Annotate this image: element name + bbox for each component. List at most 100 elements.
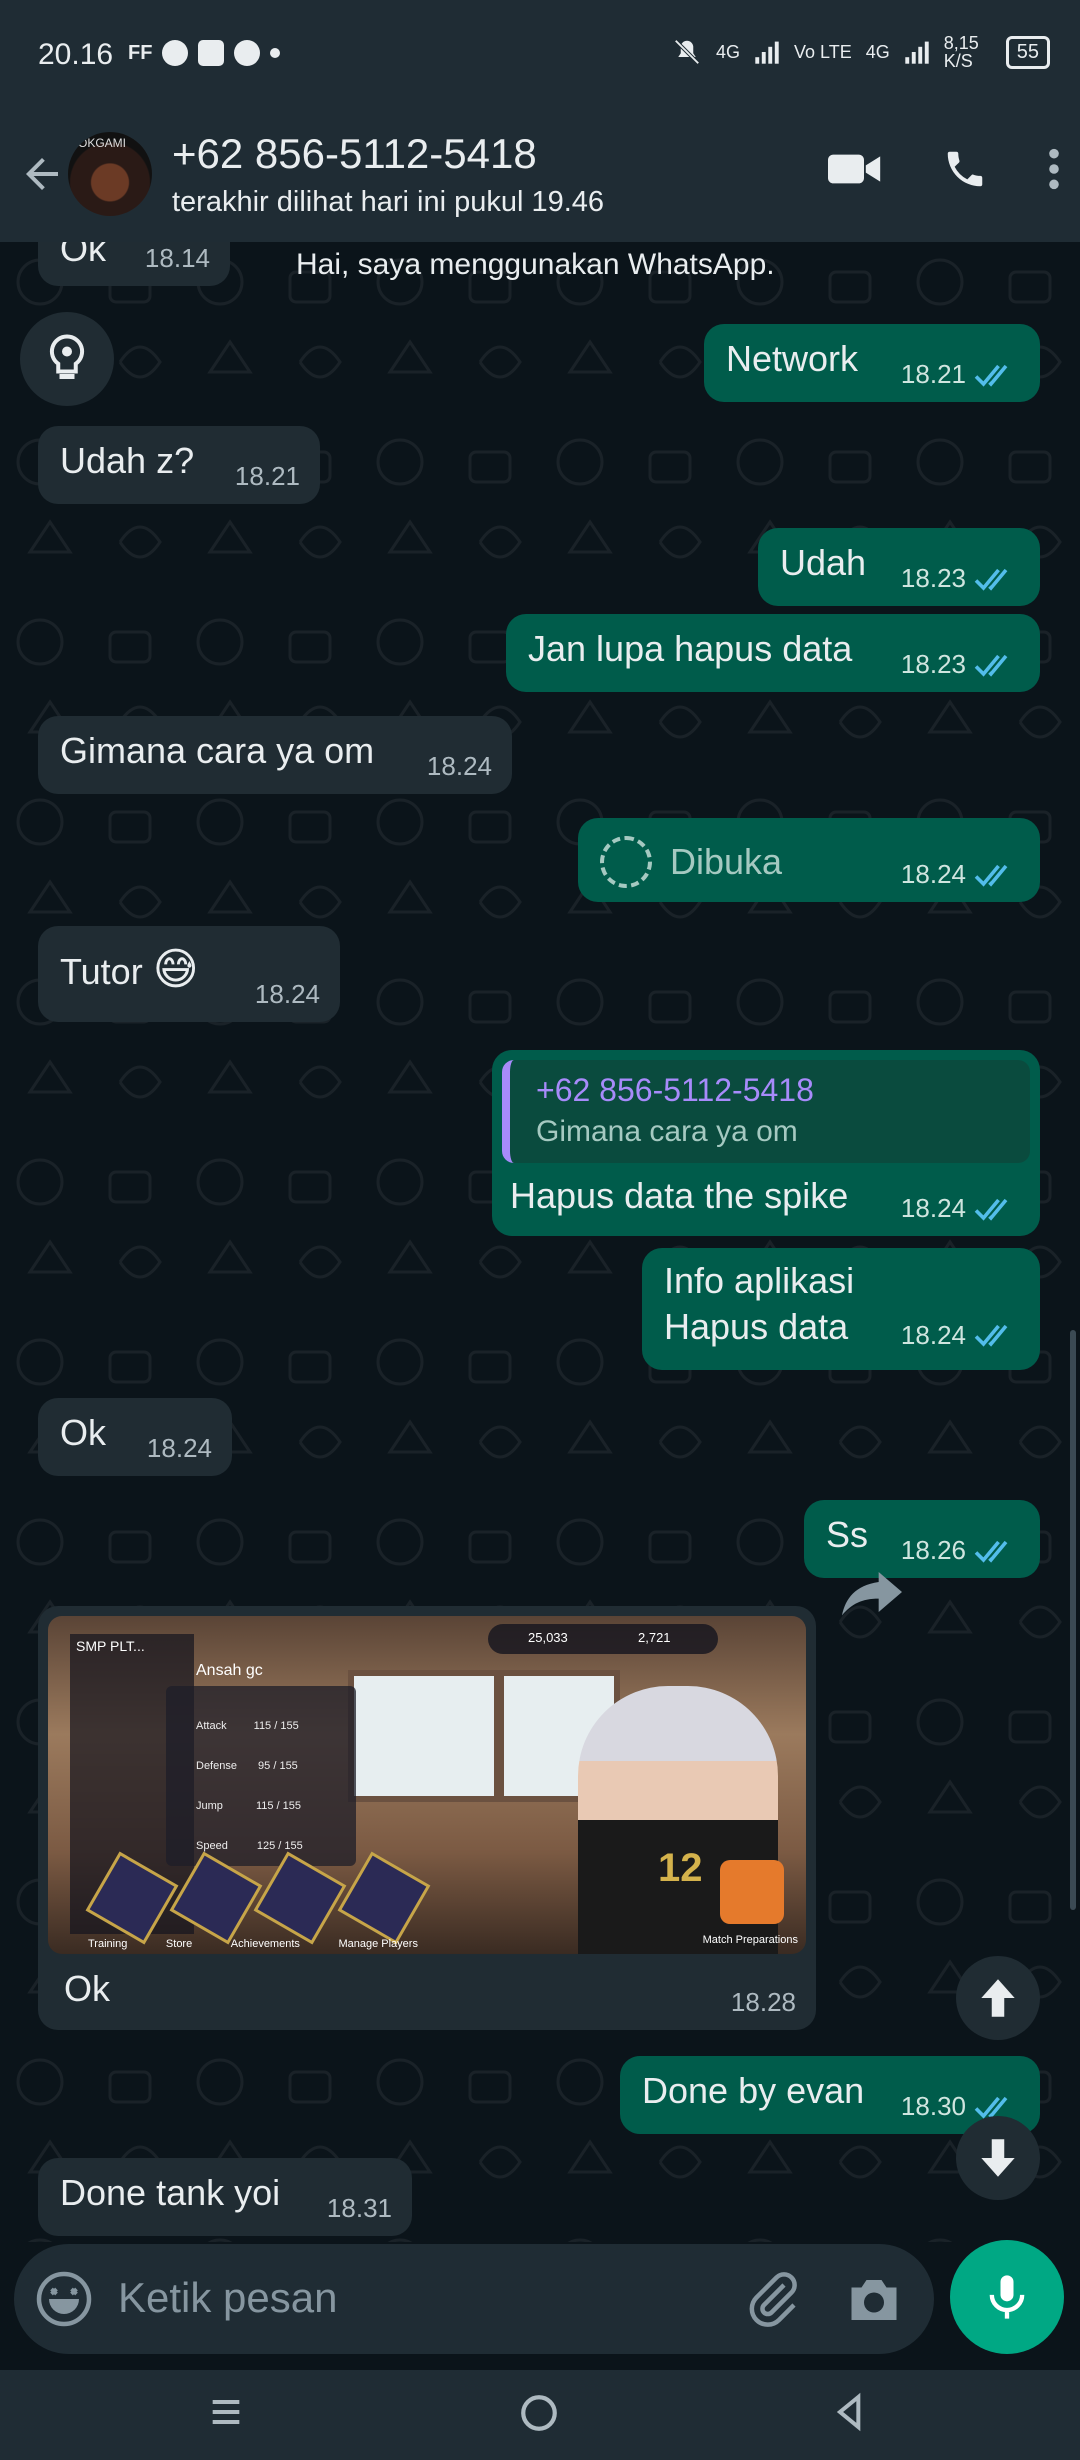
quoted-text: Gimana cara ya om — [536, 1115, 798, 1148]
game-stat-row: Attack 115 / 155 — [196, 1720, 299, 1732]
message-incoming[interactable]: Gimana cara ya om 18.24 — [38, 716, 512, 794]
scroll-down-button[interactable] — [956, 2116, 1040, 2200]
message-outgoing[interactable]: Info aplikasi Hapus data 18.24 — [642, 1248, 1040, 1370]
emoji-icon[interactable] — [34, 2269, 94, 2329]
message-text-line-1: Info aplikasi — [664, 1260, 855, 1301]
message-time: 18.24 — [900, 1193, 966, 1223]
message-text: Dibuka — [670, 841, 783, 882]
sweat-smile-emoji: 😅 — [152, 945, 199, 994]
chat-area[interactable]: Hai, saya menggunakan WhatsApp. Ok 18.14… — [0, 242, 1080, 2242]
game-play-label: Match Preparations — [702, 1934, 798, 1946]
message-meta: 18.24 — [147, 1433, 212, 1464]
message-time: 18.28 — [730, 1987, 796, 2017]
network-label-2: 4G — [865, 41, 890, 62]
message-meta: 18.14 — [145, 243, 210, 274]
message-time: 18.24 — [146, 1433, 212, 1463]
back-arrow-icon[interactable] — [18, 150, 66, 198]
message-outgoing[interactable]: Network 18.21 — [704, 324, 1040, 402]
arrow-up-icon — [981, 1979, 1015, 2017]
message-time: 18.24 — [900, 859, 966, 889]
last-seen: terakhir dilihat hari ini pukul 19.46 — [172, 186, 605, 218]
more-notifications-dot — [270, 48, 281, 58]
read-receipt-icon — [974, 1324, 1008, 1347]
game-screenshot-image[interactable]: SMP PLT... Ansah gc Attack 115 / 155 Def… — [48, 1616, 806, 1954]
scrollbar[interactable] — [1070, 1330, 1076, 1910]
voice-call-icon[interactable] — [942, 146, 988, 192]
mute-icon — [674, 39, 700, 65]
signal-icon-2 — [905, 41, 929, 64]
quoted-sender: +62 856-5112-5418 — [536, 1072, 814, 1108]
read-receipt-icon — [974, 568, 1008, 591]
read-receipt-icon — [974, 2096, 1008, 2119]
voice-message-button[interactable] — [950, 2240, 1064, 2354]
contact-name[interactable]: +62 856-5112-5418 — [172, 130, 537, 178]
game-stat-row: Jump 115 / 155 — [196, 1800, 302, 1812]
message-meta: 18.24 — [901, 1193, 1020, 1224]
read-receipt-icon — [974, 1540, 1008, 1563]
network-label-1: 4G — [716, 41, 741, 62]
status-bar: 20.16 FF 4G Vo LTE 4G 8,15 K/S 55 — [0, 0, 1080, 110]
message-incoming[interactable]: Tutor 😅 18.24 — [38, 926, 340, 1022]
avatar-tag: OKGAMI — [78, 136, 127, 150]
message-incoming[interactable]: Done tank yoi 18.31 — [38, 2158, 412, 2236]
message-outgoing[interactable]: Jan lupa hapus data 18.23 — [506, 614, 1040, 692]
camera-icon[interactable] — [844, 2270, 904, 2330]
message-time: 18.24 — [254, 979, 320, 1009]
game-play-button — [720, 1860, 784, 1924]
message-incoming[interactable]: Ok 18.14 — [38, 242, 230, 286]
message-input[interactable]: Ketik pesan — [118, 2274, 337, 2322]
message-time: 18.23 — [900, 563, 966, 593]
video-call-icon[interactable] — [828, 149, 882, 189]
ff-icon: FF — [128, 41, 153, 64]
message-meta: 18.23 — [901, 563, 1020, 594]
game-stat-row: Defense 95 / 155 — [196, 1760, 298, 1772]
game-currency-bar: 25,033 2,721 — [488, 1624, 718, 1654]
game-gems: 2,721 — [638, 1630, 671, 1645]
message-outgoing[interactable]: Udah 18.23 — [758, 528, 1040, 606]
youtube-icon — [198, 40, 225, 66]
scroll-up-button[interactable] — [956, 1956, 1040, 2040]
back-nav-icon[interactable] — [830, 2392, 870, 2432]
messenger-icon — [162, 40, 189, 66]
system-navigation-bar — [0, 2370, 1080, 2460]
message-time: 18.21 — [234, 461, 300, 491]
avatar[interactable]: OKGAMI — [68, 132, 152, 216]
view-once-icon — [600, 836, 652, 888]
message-view-once[interactable]: Dibuka 18.24 — [578, 818, 1040, 902]
message-outgoing-reply[interactable]: +62 856-5112-5418 Gimana cara ya om Hapu… — [492, 1050, 1040, 1236]
message-meta: 18.23 — [901, 649, 1020, 680]
message-incoming[interactable]: Udah z? 18.21 — [38, 426, 320, 504]
game-player-name: Ansah gc — [196, 1662, 263, 1679]
jersey-number: 12 — [658, 1846, 703, 1890]
home-icon[interactable] — [518, 2392, 560, 2434]
message-time: 18.30 — [900, 2091, 966, 2121]
message-meta: 18.21 — [901, 359, 1020, 390]
chat-header: OKGAMI +62 856-5112-5418 terakhir diliha… — [0, 110, 1080, 242]
message-meta: 18.24 — [427, 751, 492, 782]
read-receipt-icon — [974, 864, 1008, 887]
app-icon — [234, 40, 261, 66]
arrow-down-icon — [981, 2139, 1015, 2177]
attach-icon[interactable] — [744, 2270, 804, 2330]
more-options-icon[interactable] — [1048, 146, 1060, 192]
notification-icons: FF — [128, 40, 281, 66]
message-meta: 18.21 — [235, 461, 300, 492]
read-receipt-icon — [974, 364, 1008, 387]
forward-icon[interactable] — [832, 1552, 912, 1632]
system-about-text: Hai, saya menggunakan WhatsApp. — [296, 248, 775, 281]
game-school-label: SMP PLT... — [76, 1638, 145, 1654]
message-time: 18.14 — [144, 243, 210, 273]
lightbulb-icon[interactable] — [20, 312, 114, 406]
data-speed: 8,15 K/S — [943, 33, 979, 71]
message-time: 18.24 — [900, 1320, 966, 1350]
quoted-message[interactable]: +62 856-5112-5418 Gimana cara ya om — [502, 1060, 1030, 1163]
message-composer[interactable]: Ketik pesan — [14, 2244, 934, 2354]
recent-apps-icon[interactable] — [206, 2392, 246, 2432]
message-text: Tutor — [60, 951, 143, 992]
message-incoming[interactable]: Ok 18.24 — [38, 1398, 232, 1476]
message-incoming-image[interactable]: SMP PLT... Ansah gc Attack 115 / 155 Def… — [38, 1606, 816, 2030]
header-actions — [828, 146, 1060, 192]
game-menu-labels: Training Store Achievements Manage Playe… — [88, 1938, 418, 1950]
message-time: 18.24 — [426, 751, 492, 781]
message-meta: 18.24 — [901, 1312, 1020, 1358]
